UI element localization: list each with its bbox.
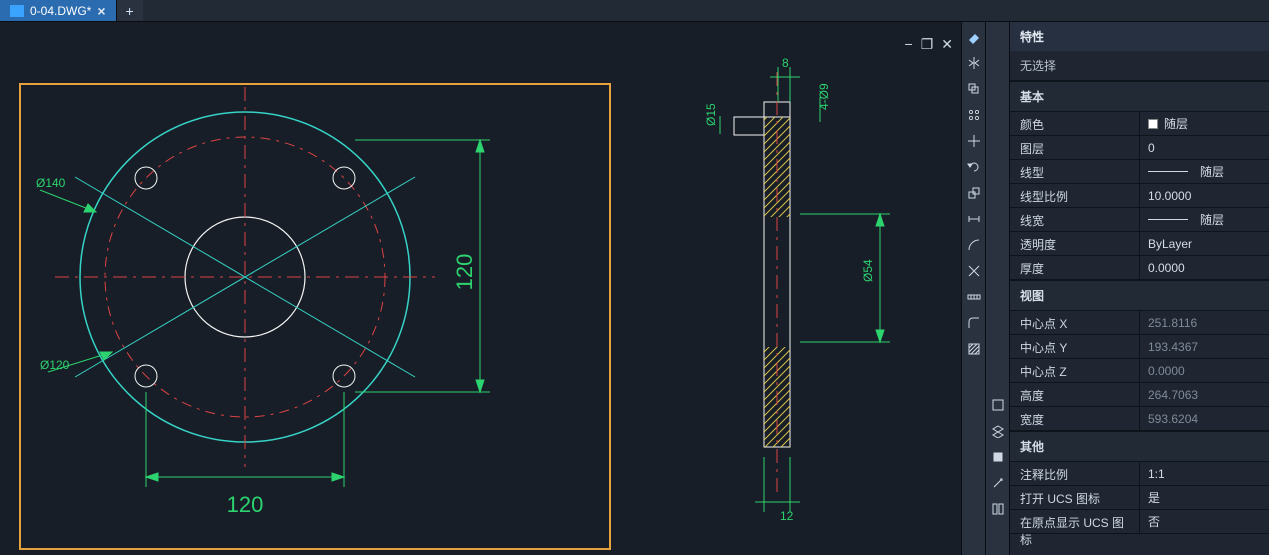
rotate-icon[interactable] [965, 158, 983, 176]
prop-width: 宽度593.6204 [1010, 407, 1269, 431]
dim-d140: Ø140 [36, 176, 96, 212]
svg-text:Ø54: Ø54 [861, 259, 875, 282]
child-min-button[interactable]: − [905, 36, 913, 53]
dwg-file-icon [10, 5, 24, 17]
properties-panel: 特性 无选择 基本 颜色随层 图层0 线型随层 线型比例10.0000 线宽随层… [1009, 22, 1269, 555]
svg-text:Ø15: Ø15 [704, 103, 718, 126]
prop-center-y: 中心点 Y193.4367 [1010, 335, 1269, 359]
right-toolbar-2 [985, 22, 1009, 555]
prop-lineweight: 线宽随层 [1010, 208, 1269, 232]
move-icon[interactable] [965, 132, 983, 150]
prop-annoscale: 注释比例1:1 [1010, 462, 1269, 486]
measure-icon[interactable] [965, 288, 983, 306]
arc-icon[interactable] [965, 236, 983, 254]
app-root: 0-04.DWG* × + − ❐ ✕ [0, 0, 1269, 555]
selection-frame [20, 84, 610, 549]
prop-thickness: 厚度0.0000 [1010, 256, 1269, 280]
drawing-svg: 120 120 Ø140 [0, 22, 960, 555]
svg-text:Ø120: Ø120 [40, 358, 70, 372]
hatch-icon[interactable] [965, 340, 983, 358]
block-icon[interactable] [989, 448, 1007, 466]
prop-center-z: 中心点 Z0.0000 [1010, 359, 1269, 383]
section-view-title: 视图 [1010, 280, 1269, 311]
color-swatch-icon [1148, 119, 1158, 129]
prop-transparency: 透明度ByLayer [1010, 232, 1269, 256]
section-basic-rows: 颜色随层 图层0 线型随层 线型比例10.0000 线宽随层 透明度ByLaye… [1010, 112, 1269, 280]
svg-text:12: 12 [780, 509, 794, 523]
file-tab-label: 0-04.DWG* [30, 4, 91, 18]
section-view-rows: 中心点 X251.8116 中心点 Y193.4367 中心点 Z0.0000 … [1010, 311, 1269, 431]
svg-text:120: 120 [227, 492, 264, 517]
dim-front-v: 120 [355, 140, 490, 392]
no-selection-label[interactable]: 无选择 [1010, 51, 1269, 81]
main-body: − ❐ ✕ [0, 22, 1269, 555]
child-window-controls: − ❐ ✕ [905, 36, 953, 53]
dim-side-right: Ø54 [800, 214, 890, 342]
properties-icon[interactable] [989, 500, 1007, 518]
prop-ucs-on: 打开 UCS 图标是 [1010, 486, 1269, 510]
drawing-canvas[interactable]: − ❐ ✕ [0, 22, 961, 555]
svg-text:8: 8 [782, 56, 789, 70]
style-icon[interactable] [989, 396, 1007, 414]
prop-color: 颜色随层 [1010, 112, 1269, 136]
svg-text:4-Ø9: 4-Ø9 [817, 83, 831, 110]
prop-ltscale: 线型比例10.0000 [1010, 184, 1269, 208]
layers-icon[interactable] [989, 422, 1007, 440]
trim-icon[interactable] [965, 262, 983, 280]
dim-side-left: Ø15 [704, 103, 720, 134]
array-icon[interactable] [965, 106, 983, 124]
right-toolbar-1 [961, 22, 985, 555]
prop-center-x: 中心点 X251.8116 [1010, 311, 1269, 335]
fillet-icon[interactable] [965, 314, 983, 332]
file-tab-active[interactable]: 0-04.DWG* × [0, 0, 117, 21]
tab-close-icon[interactable]: × [97, 3, 105, 19]
prop-height: 高度264.7063 [1010, 383, 1269, 407]
section-other-rows: 注释比例1:1 打开 UCS 图标是 在原点显示 UCS 图标否 [1010, 462, 1269, 534]
section-other-title: 其他 [1010, 431, 1269, 462]
prop-linetype: 线型随层 [1010, 160, 1269, 184]
prop-layer: 图层0 [1010, 136, 1269, 160]
dim-side-topright: 4-Ø9 [817, 83, 831, 122]
prop-ucs-origin: 在原点显示 UCS 图标否 [1010, 510, 1269, 534]
plus-icon: + [125, 3, 133, 19]
scale-icon[interactable] [965, 184, 983, 202]
match-icon[interactable] [989, 474, 1007, 492]
tab-bar: 0-04.DWG* × + [0, 0, 1269, 22]
child-max-button[interactable]: ❐ [921, 36, 934, 53]
offset-icon[interactable] [965, 80, 983, 98]
properties-title: 特性 [1010, 22, 1269, 51]
mirror-icon[interactable] [965, 54, 983, 72]
section-basic-title: 基本 [1010, 81, 1269, 112]
side-view [734, 72, 790, 492]
new-tab-button[interactable]: + [117, 0, 143, 21]
dim-side-top: 8 [770, 56, 800, 102]
svg-text:120: 120 [452, 254, 477, 291]
stretch-icon[interactable] [965, 210, 983, 228]
eraser-icon[interactable] [965, 28, 983, 46]
svg-text:Ø140: Ø140 [36, 176, 66, 190]
child-close-button[interactable]: ✕ [941, 36, 953, 53]
